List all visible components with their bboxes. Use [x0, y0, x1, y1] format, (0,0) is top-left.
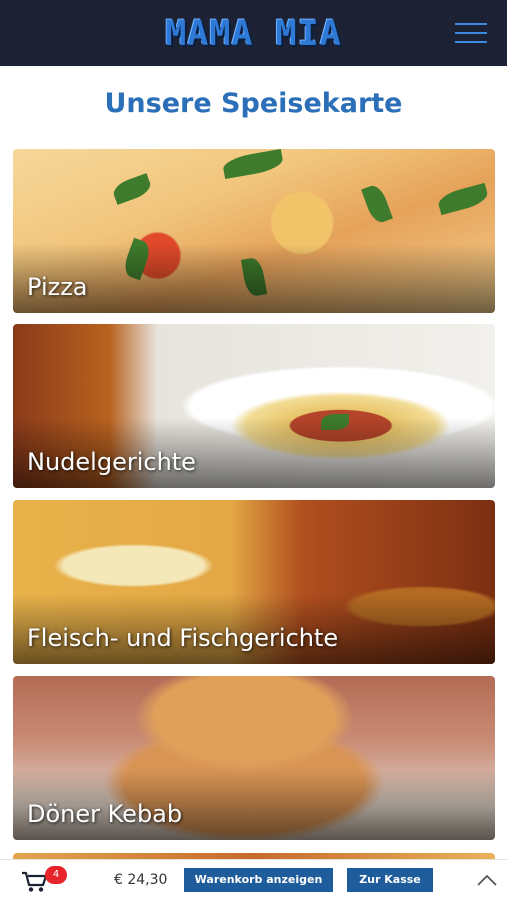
- category-card-fleisch-und-fischgerichte[interactable]: Fleisch- und Fischgerichte: [13, 500, 495, 664]
- basil-leaf-decoration: [436, 182, 490, 216]
- category-card-nudelgerichte[interactable]: Nudelgerichte: [13, 324, 495, 488]
- category-label: Döner Kebab: [27, 800, 183, 828]
- checkout-button[interactable]: Zur Kasse: [347, 868, 433, 892]
- page-title: Unsere Speisekarte: [104, 88, 403, 119]
- view-cart-button[interactable]: Warenkorb anzeigen: [184, 868, 333, 892]
- category-card-doener-kebab[interactable]: Döner Kebab: [13, 676, 495, 840]
- basil-leaf-decoration: [361, 182, 393, 226]
- chevron-up-icon[interactable]: [476, 872, 498, 888]
- category-label: Nudelgerichte: [27, 448, 196, 476]
- cart-total: € 24,30: [114, 872, 168, 888]
- site-logo[interactable]: MAMA MIA: [0, 14, 507, 54]
- top-bar: MAMA MIA: [0, 0, 507, 66]
- basil-leaf-decoration: [221, 149, 285, 180]
- hamburger-icon[interactable]: [455, 23, 487, 43]
- category-label: Pizza: [27, 273, 88, 301]
- basil-leaf-decoration: [110, 173, 154, 205]
- cart-bar: 4 € 24,30 Warenkorb anzeigen Zur Kasse: [0, 859, 507, 900]
- cart-count-badge: 4: [45, 866, 67, 884]
- category-label: Fleisch- und Fischgerichte: [27, 624, 339, 652]
- category-card-pizza[interactable]: Pizza: [13, 149, 495, 313]
